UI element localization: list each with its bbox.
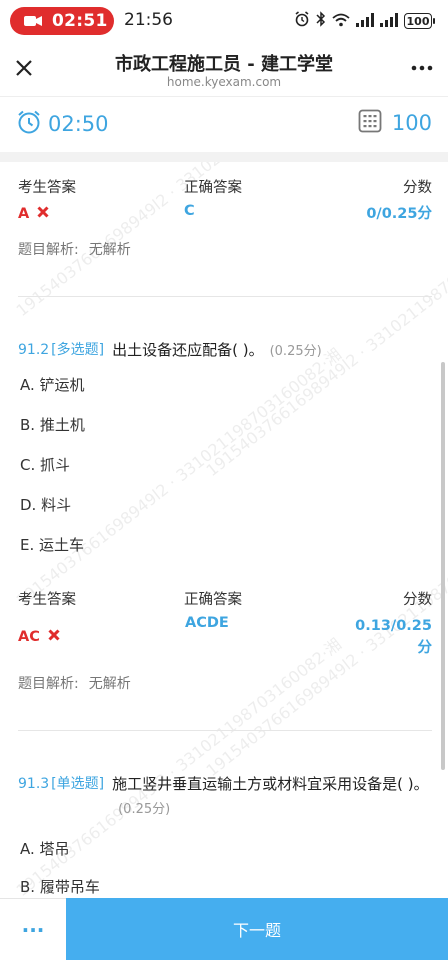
question-header: 91.3 [单选题] 施工竖井垂直运输土方或材料宜采用设备是( )。(0.25分…	[18, 772, 432, 822]
system-icons: 100	[294, 11, 435, 31]
bluetooth-icon	[316, 11, 326, 31]
divider	[18, 730, 432, 731]
mine-answer-value: AC	[18, 629, 40, 645]
more-button[interactable]: ···	[0, 898, 66, 960]
option-e[interactable]: E. 运土车	[20, 534, 84, 555]
correct-answer-label: 正确答案	[184, 592, 242, 608]
browser-navbar: 市政工程施工员 - 建工学堂 home.kyexam.com	[0, 42, 448, 96]
wrong-icon	[37, 206, 49, 222]
scrollbar[interactable]	[441, 362, 445, 770]
signal-icon	[380, 12, 398, 31]
wifi-icon	[332, 12, 350, 31]
status-bar: 02:51 21:56 100	[0, 0, 448, 42]
analysis: 题目解析: 无解析	[18, 239, 432, 259]
answer-block: 考生答案 正确答案 分数 AC ACDE 0.13/0.25分 题目解析: 无解析	[18, 588, 432, 693]
alarm-clock-icon	[16, 109, 42, 139]
question-type: [多选题]	[51, 342, 105, 358]
analysis-value: 无解析	[88, 676, 131, 692]
analysis-label: 题目解析:	[18, 242, 79, 258]
close-icon[interactable]	[10, 54, 38, 82]
exam-toolbar: 02:50 100	[0, 96, 448, 152]
exam-timer: 02:50	[16, 109, 109, 139]
mine-answer-label: 考生答案	[18, 592, 76, 608]
recording-time: 02:51	[52, 11, 108, 31]
correct-answer-value: ACDE	[185, 615, 229, 631]
question-text: 出土设备还应配备( )。 (0.25分)	[112, 341, 322, 359]
question-text: 施工竖井垂直运输土方或材料宜采用设备是( )。(0.25分)	[112, 775, 429, 817]
question-scroll-area[interactable]: 19154037661698949l2 · 3310211987031600​8…	[0, 162, 448, 898]
option-a[interactable]: A. 塔吊	[20, 838, 70, 859]
option-c[interactable]: C. 抓斗	[20, 454, 70, 475]
signal-icon	[356, 12, 374, 31]
wrong-icon	[48, 629, 60, 645]
answer-sheet-button[interactable]: 100	[358, 109, 432, 137]
question-count: 100	[391, 111, 432, 135]
mine-answer: A	[18, 203, 184, 225]
question-header: 91.2 [多选题] 出土设备还应配备( )。 (0.25分)	[18, 338, 432, 364]
correct-answer-label: 正确答案	[184, 180, 242, 196]
score-label: 分数	[403, 592, 432, 608]
question-number: 91.3	[18, 776, 50, 792]
prev-answer-block: 考生答案 正确答案 分数 A C 0/0.25分 题目解析: 无解析	[18, 176, 432, 259]
section-divider	[0, 152, 448, 162]
analysis-label: 题目解析:	[18, 676, 79, 692]
mine-answer: AC	[18, 615, 184, 659]
correct-answer-value: C	[184, 203, 195, 219]
option-d[interactable]: D. 料斗	[20, 494, 71, 515]
page-title: 市政工程施工员 - 建工学堂	[114, 54, 333, 75]
status-clock: 21:56	[124, 10, 173, 30]
analysis-value: 无解析	[88, 242, 131, 258]
score-value: 0.13/0.25分	[355, 618, 432, 656]
option-a[interactable]: A. 铲运机	[20, 374, 85, 395]
battery-icon: 100	[404, 13, 435, 29]
divider	[18, 296, 432, 297]
option-b[interactable]: B. 推土机	[20, 414, 85, 435]
answer-sheet-icon	[358, 109, 382, 137]
question-number: 91.2	[18, 342, 50, 358]
analysis: 题目解析: 无解析	[18, 673, 432, 693]
mine-answer-label: 考生答案	[18, 180, 76, 196]
video-camera-icon	[24, 12, 42, 31]
score-value: 0/0.25分	[366, 206, 432, 222]
alarm-icon	[294, 11, 310, 31]
option-b[interactable]: B. 履带吊车	[20, 876, 100, 897]
timer-text: 02:50	[48, 112, 109, 136]
next-question-button[interactable]: 下一题	[66, 898, 448, 960]
mine-answer-value: A	[18, 206, 30, 222]
more-icon[interactable]	[408, 56, 436, 80]
screen-record-pill[interactable]: 02:51	[10, 7, 114, 35]
question-type: [单选题]	[51, 776, 105, 792]
score-label: 分数	[403, 180, 432, 196]
bottom-bar: ··· 下一题	[0, 898, 448, 960]
page-url: home.kyexam.com	[166, 75, 282, 89]
